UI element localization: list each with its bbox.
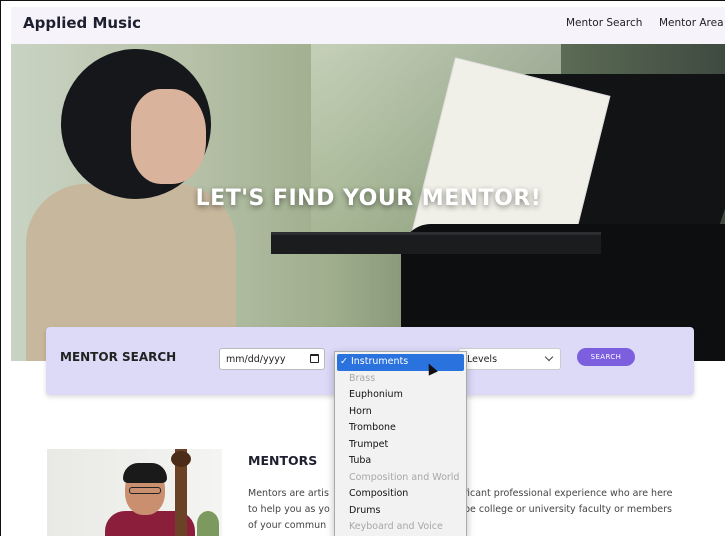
- mentor-photo-hair: [123, 463, 167, 483]
- category-dropdown-list[interactable]: ✓ Instruments Brass Euphonium Horn Tromb…: [334, 351, 467, 536]
- mentors-heading: MENTORS: [248, 453, 318, 468]
- mentors-text-line: ficant professional experience who are h…: [464, 488, 673, 499]
- dropdown-option-horn[interactable]: Horn: [335, 404, 466, 421]
- mentor-photo-bass-scroll: [171, 451, 191, 467]
- dropdown-option-trumpet[interactable]: Trumpet: [335, 437, 466, 454]
- dropdown-group-brass: Brass: [349, 372, 376, 384]
- brand-logo[interactable]: Applied Music: [23, 14, 141, 32]
- mentor-photo-glasses: [129, 487, 161, 494]
- search-button[interactable]: SEARCH: [577, 348, 635, 366]
- mentor-photo-plant: [197, 511, 219, 536]
- calendar-icon[interactable]: [310, 354, 319, 363]
- hero-banner: LET'S FIND YOUR MENTOR!: [11, 44, 725, 361]
- levels-select[interactable]: Levels: [458, 348, 561, 370]
- hero-piano-keys: [271, 232, 601, 254]
- dropdown-option-trombone[interactable]: Trombone: [335, 420, 466, 437]
- dropdown-group-keyboard-and-voice: Keyboard and Voice: [349, 521, 443, 532]
- search-panel-title: MENTOR SEARCH: [60, 350, 177, 364]
- dropdown-option-composition[interactable]: Composition: [335, 486, 466, 503]
- nav-link-mentor-search[interactable]: Mentor Search: [566, 17, 642, 29]
- mentor-photo: [47, 449, 222, 536]
- dropdown-option-tuba[interactable]: Tuba: [335, 453, 466, 470]
- chevron-down-icon: [544, 352, 554, 362]
- dropdown-option-euphonium[interactable]: Euphonium: [335, 387, 466, 404]
- hero-person-face: [131, 89, 206, 184]
- dropdown-option-drums[interactable]: Drums: [335, 503, 466, 520]
- dropdown-option-instruments[interactable]: ✓ Instruments: [337, 354, 464, 371]
- mentors-text-line: Mentors are artis: [248, 488, 329, 499]
- top-navbar: Applied Music Mentor Search Mentor Area: [11, 7, 725, 44]
- mentors-text-line: to help you as yo: [248, 504, 330, 515]
- levels-select-value: Levels: [467, 354, 498, 365]
- dropdown-group-composition-and-world: Composition and World: [349, 471, 460, 483]
- browser-viewport: Applied Music Mentor Search Mentor Area …: [0, 0, 725, 536]
- date-input[interactable]: mm/dd/yyyy: [219, 348, 325, 370]
- hero-title: LET'S FIND YOUR MENTOR!: [195, 186, 542, 211]
- nav-link-mentor-area[interactable]: Mentor Area: [659, 17, 724, 29]
- mentors-text-line: be college or university faculty or memb…: [464, 504, 672, 515]
- mentors-text-line: of your commun: [248, 520, 327, 531]
- date-input-value: mm/dd/yyyy: [226, 354, 286, 365]
